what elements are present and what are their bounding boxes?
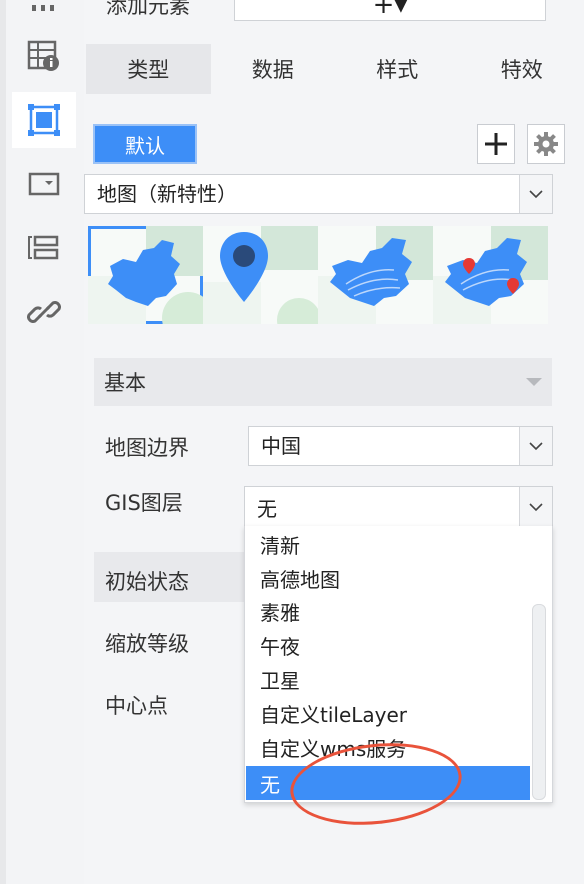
tab-effects[interactable]: 特效 [459,44,584,94]
layer-list-icon [28,235,59,260]
dropdown-widget-icon [28,172,60,196]
basic-section-header[interactable]: 基本 [94,358,552,406]
tab-data[interactable]: 数据 [210,44,335,94]
gis-layer-select[interactable]: 无 [244,486,553,528]
table-info-button[interactable] [12,28,76,84]
map-boundary-value: 中国 [261,434,301,458]
chart-type-select[interactable]: 地图（新特性） [84,174,553,214]
dropdown-scrollbar[interactable] [532,604,546,800]
dropdown-widget-button[interactable] [12,156,76,212]
zoom-level-label: 缩放等级 [105,632,189,656]
plus-icon [485,133,507,155]
tab-style[interactable]: 样式 [335,44,460,94]
rail-edge [0,0,6,884]
type-settings-button[interactable] [527,124,565,164]
map-style-thumbnails [88,226,550,324]
add-element-row: 添加元素 +▾ [84,0,584,32]
center-point-label: 中心点 [105,694,168,718]
add-element-button[interactable]: +▾ [234,0,546,21]
add-element-label: 添加元素 [106,0,190,18]
map-thumb-pin[interactable] [203,226,318,324]
left-toolbar [0,0,85,884]
map-thumb-china-blue[interactable] [88,226,203,324]
tab-type[interactable]: 类型 [86,44,211,94]
layer-list-button[interactable] [12,220,76,276]
link-icon [27,301,61,323]
map-boundary-label: 地图边界 [105,436,189,460]
tab-bar: 类型 数据 样式 特效 [86,44,584,94]
gis-layer-dropdown: 清新 高德地图 素雅 午夜 卫星 自定义tileLayer 自定义wms服务 无 [244,526,553,803]
gis-option[interactable]: 自定义tileLayer [246,696,530,730]
marker-map-icon [433,226,548,324]
map-pin-icon [203,226,318,324]
gis-option[interactable]: 高德地图 [246,561,530,595]
menu-icon [32,5,54,11]
frame-select-button[interactable] [12,92,76,148]
table-info-icon [27,40,59,71]
gis-layer-label: GIS图层 [105,491,183,515]
caret-down-icon [526,378,542,386]
flow-map-icon [318,226,433,324]
initial-state-label: 初始状态 [105,570,189,594]
map-thumb-flow[interactable] [318,226,433,324]
chevron-down-icon [519,175,552,213]
menu-button[interactable] [12,0,76,26]
gis-option[interactable]: 自定义wms服务 [246,730,530,764]
link-button[interactable] [12,284,76,340]
gis-layer-value: 无 [257,497,277,521]
chart-type-value: 地图（新特性） [97,182,237,206]
default-button[interactable]: 默认 [95,126,195,162]
gis-option[interactable]: 午夜 [246,628,530,662]
chevron-down-icon [519,427,552,465]
gis-option[interactable]: 清新 [246,527,530,561]
gis-option[interactable]: 卫星 [246,662,530,696]
frame-select-icon [28,104,60,136]
gis-option[interactable]: 素雅 [246,594,530,628]
map-thumb-markers[interactable] [433,226,548,324]
chevron-down-icon [519,487,552,527]
map-boundary-select[interactable]: 中国 [248,426,553,466]
gis-option-selected[interactable]: 无 [246,766,530,800]
add-element-symbol: +▾ [372,0,408,20]
basic-section-title: 基本 [104,371,146,395]
gear-icon [534,132,558,156]
china-map-icon [88,226,203,324]
add-type-button[interactable] [477,124,515,164]
property-panel: 添加元素 +▾ 类型 数据 样式 特效 默认 地图（新特性） 基本 地图边界 中… [84,0,584,884]
